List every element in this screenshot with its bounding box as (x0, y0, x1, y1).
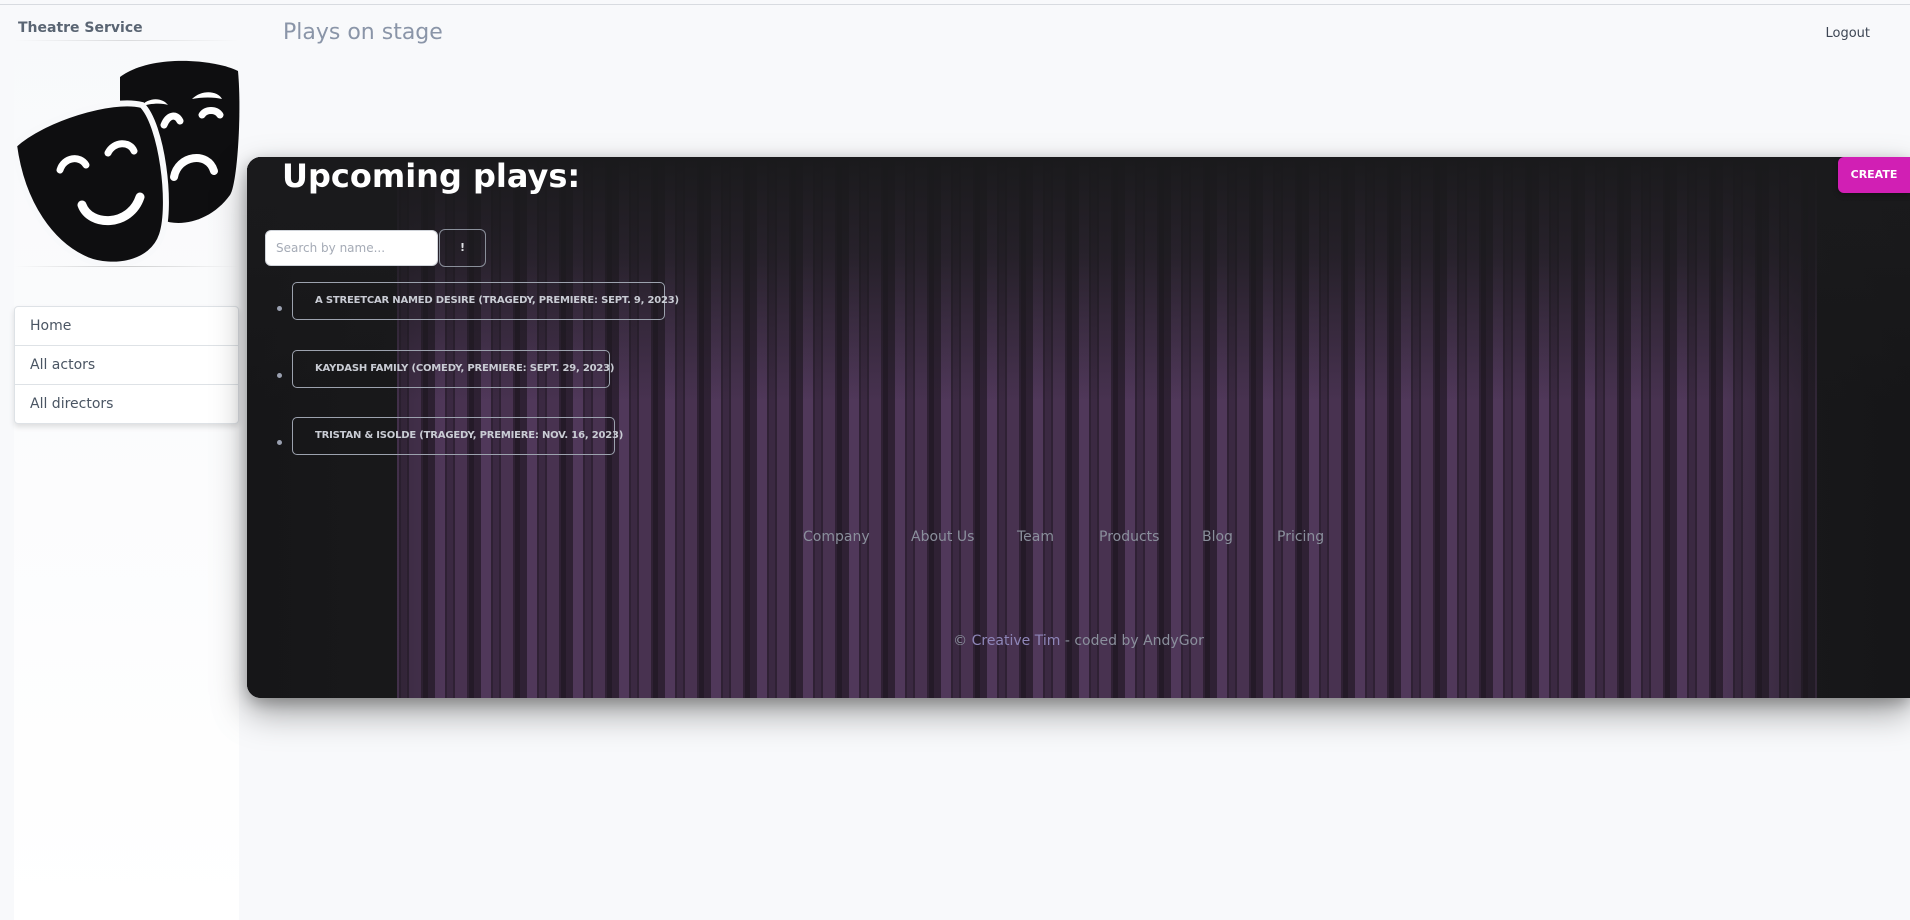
play-button[interactable]: KAYDASH FAMILY (COMEDY, PREMIERE: SEPT. … (292, 350, 614, 388)
copyright-suffix: - coded by AndyGor (1064, 633, 1204, 649)
plays-card: Upcoming plays: CREATE ! A STREETCAR NAM… (247, 157, 1910, 698)
list-bullet (277, 373, 282, 378)
sidebar-item-all-actors[interactable]: All actors (15, 346, 238, 385)
divider (14, 266, 239, 267)
footer-link-products[interactable]: Products (1099, 529, 1159, 545)
creative-tim-link[interactable]: Creative Tim (972, 633, 1061, 649)
sidebar-item-home[interactable]: Home (15, 307, 238, 346)
footer-link-about-us[interactable]: About Us (911, 529, 974, 545)
top-border (0, 4, 1910, 5)
theatre-masks-icon (12, 60, 240, 265)
create-button[interactable]: CREATE (1838, 157, 1910, 193)
play-button[interactable]: TRISTAN & ISOLDE (TRAGEDY, PREMIERE: NOV… (292, 417, 623, 455)
play-button[interactable]: A STREETCAR NAMED DESIRE (TRAGEDY, PREMI… (292, 282, 679, 320)
list-bullet (277, 306, 282, 311)
divider (14, 40, 239, 41)
footer-link-blog[interactable]: Blog (1202, 529, 1233, 545)
logout-link[interactable]: Logout (1825, 26, 1870, 41)
list-bullet (277, 440, 282, 445)
sidebar: Theatre Service Home All actors All dire… (12, 14, 240, 920)
search-button[interactable]: ! (439, 229, 486, 267)
footer-link-pricing[interactable]: Pricing (1277, 529, 1324, 545)
search-input[interactable] (265, 230, 438, 266)
footer-nav: Company About Us Team Products Blog Pric… (247, 529, 1910, 549)
copyright: © Creative Tim - coded by AndyGor (247, 633, 1910, 649)
copyright-symbol: © (953, 633, 968, 649)
page-title: Plays on stage (283, 20, 443, 45)
brand-title: Theatre Service (18, 20, 143, 36)
footer-link-company[interactable]: Company (803, 529, 870, 545)
footer-link-team[interactable]: Team (1017, 529, 1054, 545)
sidebar-nav: Home All actors All directors (14, 306, 239, 424)
section-title: Upcoming plays: (282, 157, 581, 195)
sidebar-item-all-directors[interactable]: All directors (15, 385, 238, 423)
